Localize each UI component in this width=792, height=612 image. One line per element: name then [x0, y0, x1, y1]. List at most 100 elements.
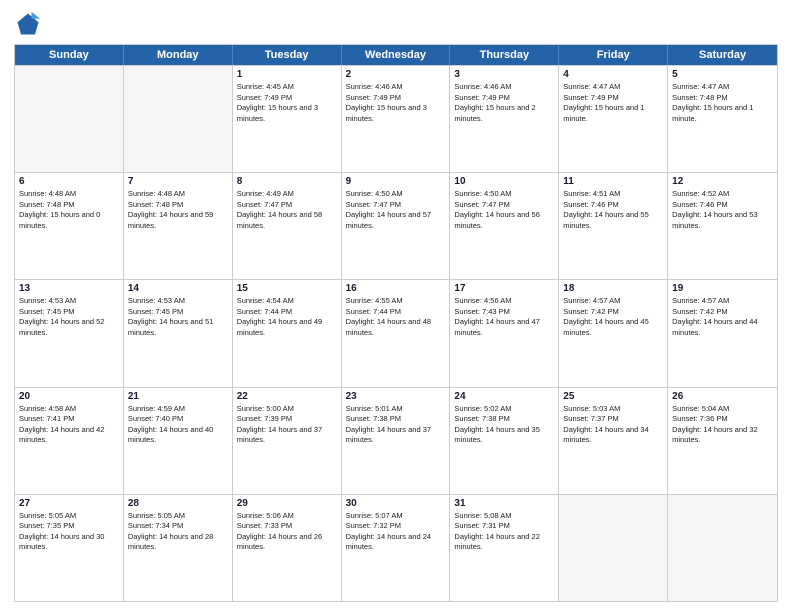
- calendar-cell: 9 Sunrise: 4:50 AMSunset: 7:47 PMDaylight…: [342, 173, 451, 279]
- calendar-cell: 28 Sunrise: 5:05 AMSunset: 7:34 PMDayligh…: [124, 495, 233, 601]
- calendar-cell: 18 Sunrise: 4:57 AMSunset: 7:42 PMDayligh…: [559, 280, 668, 386]
- calendar-cell: 22Sunrise: 5:00 AMSunset: 7:39 PMDayligh…: [233, 388, 342, 494]
- calendar-cell: 10 Sunrise: 4:50 AMSunset: 7:47 PMDayligh…: [450, 173, 559, 279]
- sun-info: Sunrise: 4:50 AMSunset: 7:47 PMDaylight:…: [454, 189, 554, 231]
- calendar-header-cell: Monday: [124, 45, 233, 65]
- day-number: 11: [563, 176, 663, 187]
- day-number: 24: [454, 391, 554, 402]
- calendar-cell: 3 Sunrise: 4:46 AMSunset: 7:49 PMDaylight…: [450, 66, 559, 172]
- day-number: 8: [237, 176, 337, 187]
- calendar-cell: 27Sunrise: 5:05 AMSunset: 7:35 PMDayligh…: [15, 495, 124, 601]
- sun-info: Sunrise: 5:00 AMSunset: 7:39 PMDaylight:…: [237, 404, 337, 446]
- day-number: 7: [128, 176, 228, 187]
- day-number: 26: [672, 391, 773, 402]
- calendar-cell: 4Sunrise: 4:47 AMSunset: 7:49 PMDaylight…: [559, 66, 668, 172]
- calendar-cell: 15 Sunrise: 4:54 AMSunset: 7:44 PMDayligh…: [233, 280, 342, 386]
- calendar-cell: 7 Sunrise: 4:48 AMSunset: 7:48 PMDaylight…: [124, 173, 233, 279]
- calendar-cell: 29Sunrise: 5:06 AMSunset: 7:33 PMDayligh…: [233, 495, 342, 601]
- sun-info: Sunrise: 4:53 AMSunset: 7:45 PMDaylight:…: [128, 296, 228, 338]
- logo-icon: [14, 10, 42, 38]
- sun-info: Sunrise: 5:01 AMSunset: 7:38 PMDaylight:…: [346, 404, 446, 446]
- calendar-header-cell: Tuesday: [233, 45, 342, 65]
- calendar-cell: 8 Sunrise: 4:49 AMSunset: 7:47 PMDaylight…: [233, 173, 342, 279]
- calendar-cell: [15, 66, 124, 172]
- header: [14, 10, 778, 38]
- day-number: 25: [563, 391, 663, 402]
- calendar-cell: [124, 66, 233, 172]
- calendar-cell: 26 Sunrise: 5:04 AMSunset: 7:36 PMDayligh…: [668, 388, 777, 494]
- day-number: 13: [19, 283, 119, 294]
- calendar-row: 27Sunrise: 5:05 AMSunset: 7:35 PMDayligh…: [15, 494, 777, 601]
- sun-info: Sunrise: 5:04 AMSunset: 7:36 PMDaylight:…: [672, 404, 773, 446]
- sun-info: Sunrise: 5:02 AMSunset: 7:38 PMDaylight:…: [454, 404, 554, 446]
- calendar-body: 1 Sunrise: 4:45 AMSunset: 7:49 PMDaylight…: [15, 65, 777, 601]
- calendar-row: 6 Sunrise: 4:48 AMSunset: 7:48 PMDaylight…: [15, 172, 777, 279]
- sun-info: Sunrise: 4:46 AMSunset: 7:49 PMDaylight:…: [454, 82, 554, 124]
- calendar-cell: 5Sunrise: 4:47 AMSunset: 7:48 PMDaylight…: [668, 66, 777, 172]
- sun-info: Sunrise: 4:45 AMSunset: 7:49 PMDaylight:…: [237, 82, 337, 124]
- day-number: 1: [237, 69, 337, 80]
- calendar: SundayMondayTuesdayWednesdayThursdayFrid…: [14, 44, 778, 602]
- day-number: 3: [454, 69, 554, 80]
- sun-info: Sunrise: 4:58 AMSunset: 7:41 PMDaylight:…: [19, 404, 119, 446]
- day-number: 17: [454, 283, 554, 294]
- day-number: 28: [128, 498, 228, 509]
- day-number: 23: [346, 391, 446, 402]
- sun-info: Sunrise: 4:48 AMSunset: 7:48 PMDaylight:…: [128, 189, 228, 231]
- calendar-cell: 14 Sunrise: 4:53 AMSunset: 7:45 PMDayligh…: [124, 280, 233, 386]
- sun-info: Sunrise: 4:49 AMSunset: 7:47 PMDaylight:…: [237, 189, 337, 231]
- day-number: 12: [672, 176, 773, 187]
- calendar-cell: [559, 495, 668, 601]
- day-number: 4: [563, 69, 663, 80]
- sun-info: Sunrise: 4:54 AMSunset: 7:44 PMDaylight:…: [237, 296, 337, 338]
- day-number: 21: [128, 391, 228, 402]
- sun-info: Sunrise: 4:46 AMSunset: 7:49 PMDaylight:…: [346, 82, 446, 124]
- calendar-row: 20Sunrise: 4:58 AMSunset: 7:41 PMDayligh…: [15, 387, 777, 494]
- sun-info: Sunrise: 4:57 AMSunset: 7:42 PMDaylight:…: [672, 296, 773, 338]
- day-number: 19: [672, 283, 773, 294]
- calendar-header-cell: Thursday: [450, 45, 559, 65]
- sun-info: Sunrise: 4:56 AMSunset: 7:43 PMDaylight:…: [454, 296, 554, 338]
- sun-info: Sunrise: 4:57 AMSunset: 7:42 PMDaylight:…: [563, 296, 663, 338]
- calendar-cell: 25 Sunrise: 5:03 AMSunset: 7:37 PMDayligh…: [559, 388, 668, 494]
- calendar-cell: 2 Sunrise: 4:46 AMSunset: 7:49 PMDaylight…: [342, 66, 451, 172]
- day-number: 14: [128, 283, 228, 294]
- day-number: 16: [346, 283, 446, 294]
- calendar-cell: 6 Sunrise: 4:48 AMSunset: 7:48 PMDaylight…: [15, 173, 124, 279]
- sun-info: Sunrise: 5:05 AMSunset: 7:35 PMDaylight:…: [19, 511, 119, 553]
- sun-info: Sunrise: 5:08 AMSunset: 7:31 PMDaylight:…: [454, 511, 554, 553]
- calendar-header-cell: Friday: [559, 45, 668, 65]
- logo: [14, 10, 46, 38]
- calendar-cell: 16Sunrise: 4:55 AMSunset: 7:44 PMDayligh…: [342, 280, 451, 386]
- calendar-cell: 19 Sunrise: 4:57 AMSunset: 7:42 PMDayligh…: [668, 280, 777, 386]
- calendar-cell: 1 Sunrise: 4:45 AMSunset: 7:49 PMDaylight…: [233, 66, 342, 172]
- calendar-cell: [668, 495, 777, 601]
- calendar-cell: 17 Sunrise: 4:56 AMSunset: 7:43 PMDayligh…: [450, 280, 559, 386]
- calendar-cell: 31 Sunrise: 5:08 AMSunset: 7:31 PMDayligh…: [450, 495, 559, 601]
- calendar-row: 13 Sunrise: 4:53 AMSunset: 7:45 PMDayligh…: [15, 279, 777, 386]
- sun-info: Sunrise: 4:53 AMSunset: 7:45 PMDaylight:…: [19, 296, 119, 338]
- calendar-row: 1 Sunrise: 4:45 AMSunset: 7:49 PMDaylight…: [15, 65, 777, 172]
- day-number: 29: [237, 498, 337, 509]
- sun-info: Sunrise: 5:05 AMSunset: 7:34 PMDaylight:…: [128, 511, 228, 553]
- calendar-header-cell: Saturday: [668, 45, 777, 65]
- day-number: 2: [346, 69, 446, 80]
- calendar-header: SundayMondayTuesdayWednesdayThursdayFrid…: [15, 45, 777, 65]
- calendar-cell: 12Sunrise: 4:52 AMSunset: 7:46 PMDayligh…: [668, 173, 777, 279]
- day-number: 18: [563, 283, 663, 294]
- sun-info: Sunrise: 5:07 AMSunset: 7:32 PMDaylight:…: [346, 511, 446, 553]
- calendar-cell: 24 Sunrise: 5:02 AMSunset: 7:38 PMDayligh…: [450, 388, 559, 494]
- day-number: 6: [19, 176, 119, 187]
- day-number: 10: [454, 176, 554, 187]
- day-number: 15: [237, 283, 337, 294]
- sun-info: Sunrise: 5:03 AMSunset: 7:37 PMDaylight:…: [563, 404, 663, 446]
- day-number: 31: [454, 498, 554, 509]
- sun-info: Sunrise: 4:48 AMSunset: 7:48 PMDaylight:…: [19, 189, 119, 231]
- calendar-header-cell: Sunday: [15, 45, 124, 65]
- day-number: 5: [672, 69, 773, 80]
- calendar-cell: 13 Sunrise: 4:53 AMSunset: 7:45 PMDayligh…: [15, 280, 124, 386]
- sun-info: Sunrise: 4:50 AMSunset: 7:47 PMDaylight:…: [346, 189, 446, 231]
- sun-info: Sunrise: 4:51 AMSunset: 7:46 PMDaylight:…: [563, 189, 663, 231]
- day-number: 9: [346, 176, 446, 187]
- page: SundayMondayTuesdayWednesdayThursdayFrid…: [0, 0, 792, 612]
